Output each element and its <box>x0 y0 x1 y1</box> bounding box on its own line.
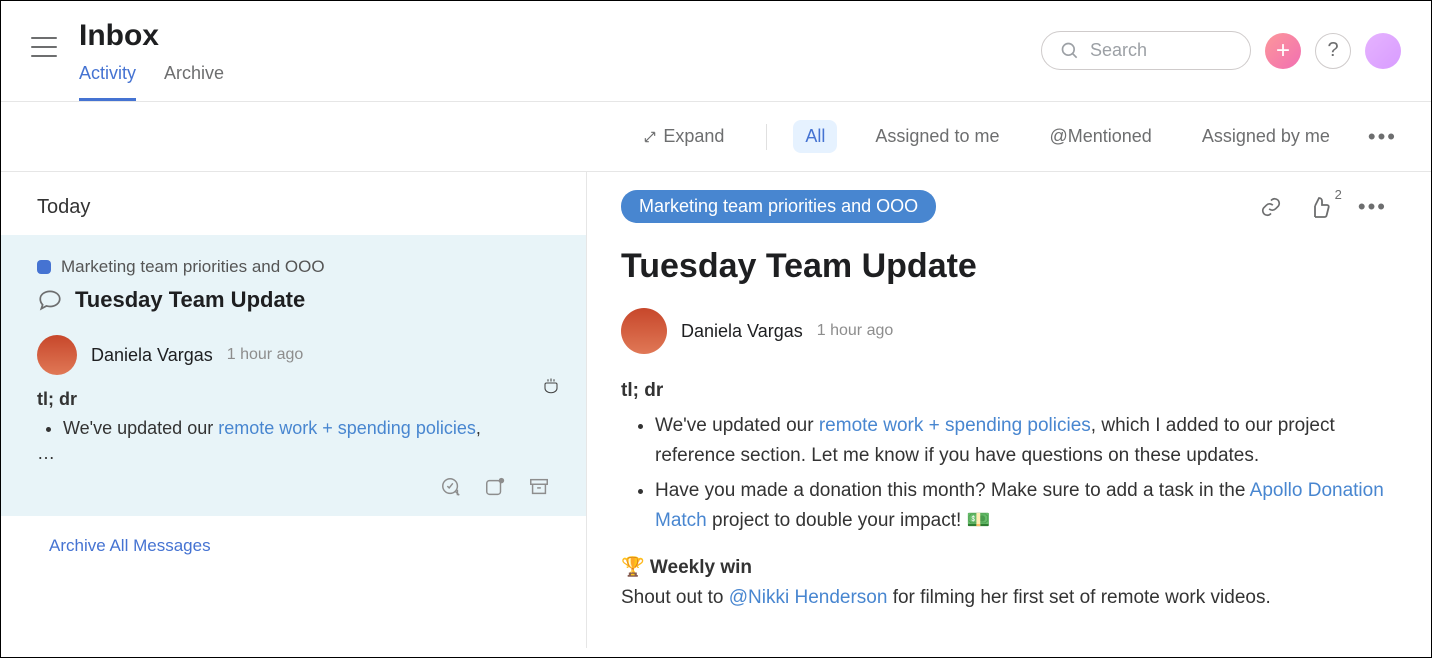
bullet-text: We've updated our <box>63 418 218 438</box>
filter-divider <box>766 124 767 150</box>
message-title: Tuesday Team Update <box>75 287 305 313</box>
tldr-label: tl; dr <box>37 389 77 409</box>
like-count: 2 <box>1335 187 1342 202</box>
archive-icon[interactable] <box>528 476 550 498</box>
filter-more-button[interactable]: ••• <box>1368 124 1397 150</box>
detail-title: Tuesday Team Update <box>621 247 1387 286</box>
comment-icon <box>37 287 63 313</box>
detail-more-button[interactable]: ••• <box>1358 194 1387 220</box>
bullet-text: Have you made a donation this month? Mak… <box>655 480 1250 501</box>
cursor-icon <box>542 377 560 395</box>
mention-nikki[interactable]: @Nikki Henderson <box>729 587 888 608</box>
create-task-icon[interactable] <box>440 476 462 498</box>
filter-mentioned[interactable]: @Mentioned <box>1037 120 1163 153</box>
expand-button[interactable]: Expand <box>643 126 724 147</box>
section-today: Today <box>1 172 586 235</box>
thumbs-up-icon <box>1308 195 1332 219</box>
preview-bullet: We've updated our remote work + spending… <box>63 418 550 439</box>
weekly-win-heading: 🏆 Weekly win <box>621 553 1387 582</box>
add-button[interactable]: + <box>1265 33 1301 69</box>
search-input[interactable]: Search <box>1041 31 1251 70</box>
message-card[interactable]: Marketing team priorities and OOO Tuesda… <box>1 235 586 516</box>
search-icon <box>1060 41 1080 61</box>
preview-truncate: … <box>37 443 550 464</box>
mark-unread-icon[interactable] <box>484 476 506 498</box>
shoutout-line: Shout out to @Nikki Henderson for filmin… <box>621 583 1387 612</box>
bullet-text: project to double your impact! 💵 <box>707 510 990 531</box>
detail-author-avatar <box>621 308 667 354</box>
detail-bullet-2: Have you made a donation this month? Mak… <box>655 476 1387 535</box>
tab-archive[interactable]: Archive <box>164 63 224 101</box>
filter-all[interactable]: All <box>793 120 837 153</box>
policies-link[interactable]: remote work + spending policies <box>819 415 1091 436</box>
shoutout-pre: Shout out to <box>621 587 729 608</box>
expand-label: Expand <box>663 126 724 147</box>
menu-toggle-button[interactable] <box>31 37 57 57</box>
shoutout-post: for filming her first set of remote work… <box>887 587 1270 608</box>
author-avatar <box>37 335 77 375</box>
detail-time: 1 hour ago <box>817 322 894 340</box>
bullet-suffix: , <box>476 418 481 438</box>
like-button[interactable]: 2 <box>1308 195 1332 219</box>
inbox-tabs: Activity Archive <box>79 63 1041 101</box>
copy-link-icon[interactable] <box>1260 196 1282 218</box>
project-color-icon <box>37 260 51 274</box>
message-time: 1 hour ago <box>227 346 304 364</box>
filter-assigned-by-me[interactable]: Assigned by me <box>1190 120 1342 153</box>
project-pill[interactable]: Marketing team priorities and OOO <box>621 190 936 223</box>
detail-bullet-1: We've updated our remote work + spending… <box>655 411 1387 470</box>
expand-icon <box>643 130 657 144</box>
detail-tldr: tl; dr <box>621 376 1387 405</box>
author-name: Daniela Vargas <box>91 345 213 366</box>
tab-activity[interactable]: Activity <box>79 63 136 101</box>
detail-author: Daniela Vargas <box>681 321 803 342</box>
archive-all-link[interactable]: Archive All Messages <box>1 516 586 576</box>
project-name: Marketing team priorities and OOO <box>61 257 325 277</box>
filter-assigned-to-me[interactable]: Assigned to me <box>863 120 1011 153</box>
bullet-text: We've updated our <box>655 415 819 436</box>
preview-link[interactable]: remote work + spending policies <box>218 418 476 438</box>
page-title: Inbox <box>79 19 1041 53</box>
user-avatar[interactable] <box>1365 33 1401 69</box>
help-button[interactable]: ? <box>1315 33 1351 69</box>
search-placeholder: Search <box>1090 40 1147 61</box>
